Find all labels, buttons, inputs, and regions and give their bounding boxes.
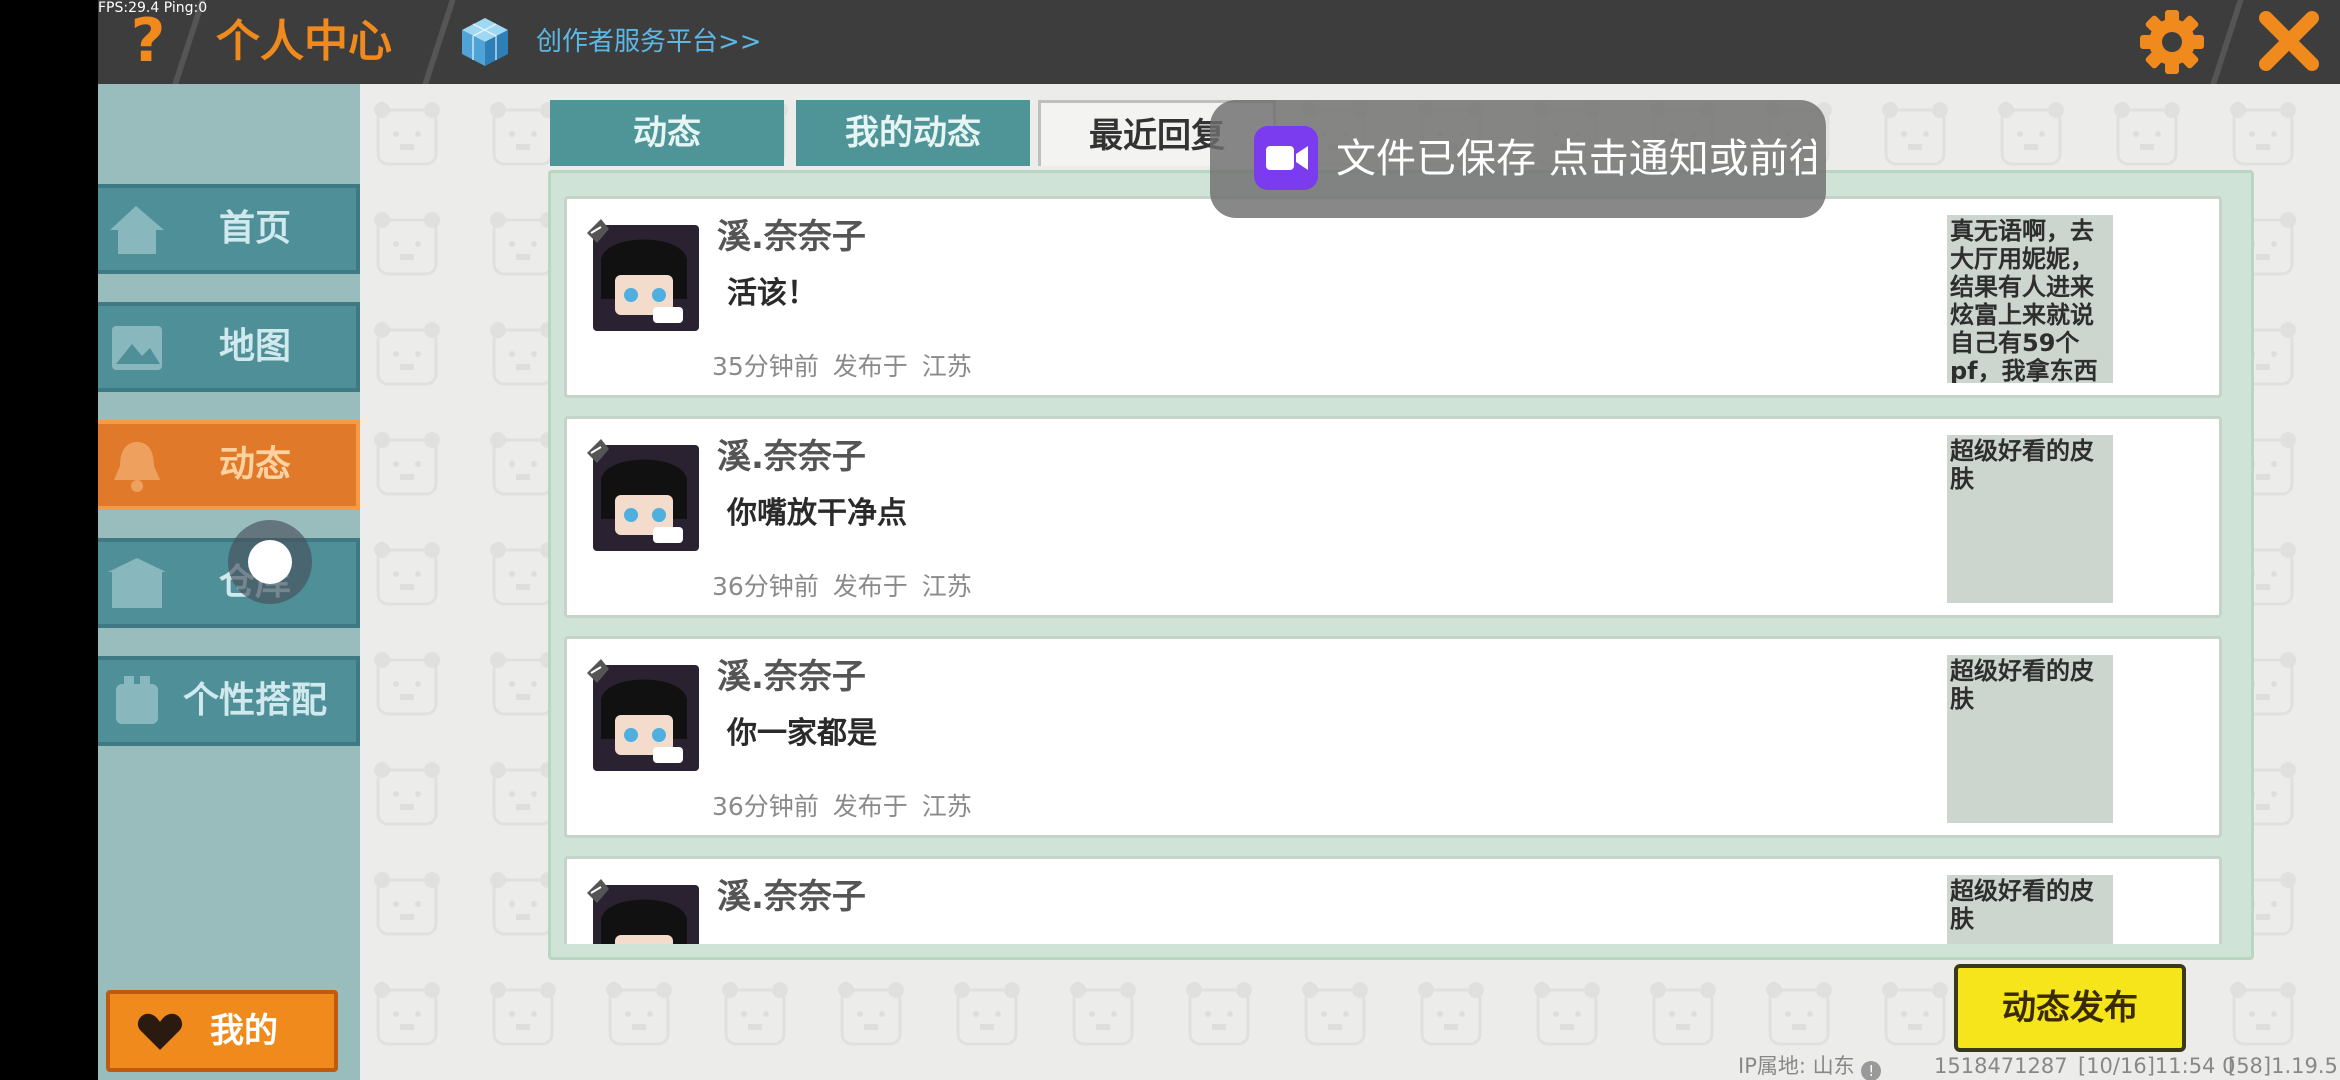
top-bar: ? 个人中心 创作者服务平台>> bbox=[98, 0, 2340, 84]
original-post-thumbnail[interactable]: 真无语啊，去大厅用妮妮，结果有人进来炫富上来就说自己有59个pf，我拿东西的 bbox=[1947, 215, 2113, 383]
original-post-thumbnail[interactable]: 超级好看的皮肤 bbox=[1947, 435, 2113, 603]
ip-location[interactable]: IP属地: 山东 ! bbox=[1738, 1052, 1882, 1080]
mine-button[interactable]: 我的 bbox=[106, 990, 338, 1072]
sidebar-item-label: 地图 bbox=[218, 326, 291, 367]
tab-my-feed[interactable]: 我的动态 bbox=[796, 100, 1030, 166]
mine-label: 我的 bbox=[210, 1011, 278, 1051]
floating-ball-dot bbox=[248, 540, 292, 584]
divider bbox=[422, 0, 456, 84]
post-meta: 35分钟前 发布于 江苏 bbox=[712, 349, 972, 385]
app-window: ? 个人中心 创作者服务平台>> 首页 地图 动态 个性搭配 我的 动态 我的动… bbox=[98, 0, 2340, 1080]
username[interactable]: 溪.奈奈子 bbox=[717, 215, 866, 259]
post-location: 发布于 江苏 bbox=[832, 572, 972, 601]
sidebar-item-map[interactable]: 地图 bbox=[98, 302, 360, 392]
page-title: 个人中心 bbox=[216, 16, 392, 67]
original-post-thumbnail[interactable]: 超级好看的皮肤 bbox=[1947, 875, 2113, 944]
post-time: 35分钟前 bbox=[712, 352, 819, 381]
post-meta: 36分钟前 发布于 江苏 bbox=[712, 569, 972, 605]
info-icon[interactable]: ! bbox=[1861, 1061, 1882, 1080]
post-meta: 36分钟前 发布于 江苏 bbox=[712, 789, 972, 825]
avatar[interactable] bbox=[587, 659, 701, 773]
file-saved-toast[interactable]: 文件已保存 点击通知或前往 bbox=[1210, 100, 1826, 218]
close-icon[interactable] bbox=[2256, 8, 2322, 74]
username[interactable]: 溪.奈奈子 bbox=[717, 875, 866, 919]
floating-assistive-button[interactable] bbox=[228, 520, 312, 604]
list-item[interactable]: 溪.奈奈子 超级好看的皮肤 bbox=[564, 856, 2222, 944]
publish-post-button[interactable]: 动态发布 bbox=[1954, 964, 2186, 1052]
sidebar-item-label: 动态 bbox=[218, 444, 291, 485]
reply-message: 你嘴放干净点 bbox=[727, 496, 907, 531]
user-id: 1518471287 bbox=[1934, 1054, 2068, 1078]
ip-label: IP属地: 山东 bbox=[1738, 1054, 1855, 1078]
creator-platform-link[interactable]: 创作者服务平台>> bbox=[536, 22, 762, 62]
avatar[interactable] bbox=[587, 439, 701, 553]
version: [58]1.19.5 bbox=[2228, 1054, 2338, 1078]
feed-list[interactable]: 溪.奈奈子 活该！ 35分钟前 发布于 江苏 真无语啊，去大厅用妮妮，结果有人进… bbox=[564, 196, 2236, 944]
sidebar-item-label: 首页 bbox=[218, 208, 291, 249]
post-location: 发布于 江苏 bbox=[832, 352, 972, 381]
reply-message: 活该！ bbox=[727, 276, 817, 311]
fps-ping-overlay: FPS:29.4 Ping:0 bbox=[98, 0, 208, 16]
post-time: 36分钟前 bbox=[712, 792, 819, 821]
avatar[interactable] bbox=[587, 879, 701, 944]
list-item[interactable]: 溪.奈奈子 你嘴放干净点 36分钟前 发布于 江苏 超级好看的皮肤 bbox=[564, 416, 2222, 618]
video-recorder-icon bbox=[1254, 126, 1318, 190]
avatar[interactable] bbox=[587, 219, 701, 333]
timestamp: [10/16]11:54 0 bbox=[2078, 1054, 2236, 1078]
username[interactable]: 溪.奈奈子 bbox=[717, 655, 866, 699]
reply-message: 你一家都是 bbox=[727, 716, 877, 751]
help-button[interactable]: ? bbox=[118, 8, 178, 74]
toast-text: 文件已保存 点击通知或前往 bbox=[1336, 136, 1816, 182]
tab-feed[interactable]: 动态 bbox=[550, 100, 784, 166]
sidebar-item-outfit[interactable]: 个性搭配 bbox=[98, 656, 360, 746]
post-time: 36分钟前 bbox=[712, 572, 819, 601]
post-location: 发布于 江苏 bbox=[832, 792, 972, 821]
sidebar-item-home[interactable]: 首页 bbox=[98, 184, 360, 274]
divider bbox=[2210, 0, 2244, 84]
cube-icon bbox=[462, 18, 508, 66]
original-post-thumbnail[interactable]: 超级好看的皮肤 bbox=[1947, 655, 2113, 823]
sidebar-item-label: 个性搭配 bbox=[182, 680, 327, 721]
heart-icon bbox=[137, 1013, 183, 1050]
list-item[interactable]: 溪.奈奈子 你一家都是 36分钟前 发布于 江苏 超级好看的皮肤 bbox=[564, 636, 2222, 838]
list-item[interactable]: 溪.奈奈子 活该！ 35分钟前 发布于 江苏 真无语啊，去大厅用妮妮，结果有人进… bbox=[564, 196, 2222, 398]
username[interactable]: 溪.奈奈子 bbox=[717, 435, 866, 479]
sidebar-item-feed[interactable]: 动态 bbox=[98, 420, 360, 510]
gear-icon[interactable] bbox=[2138, 8, 2206, 76]
